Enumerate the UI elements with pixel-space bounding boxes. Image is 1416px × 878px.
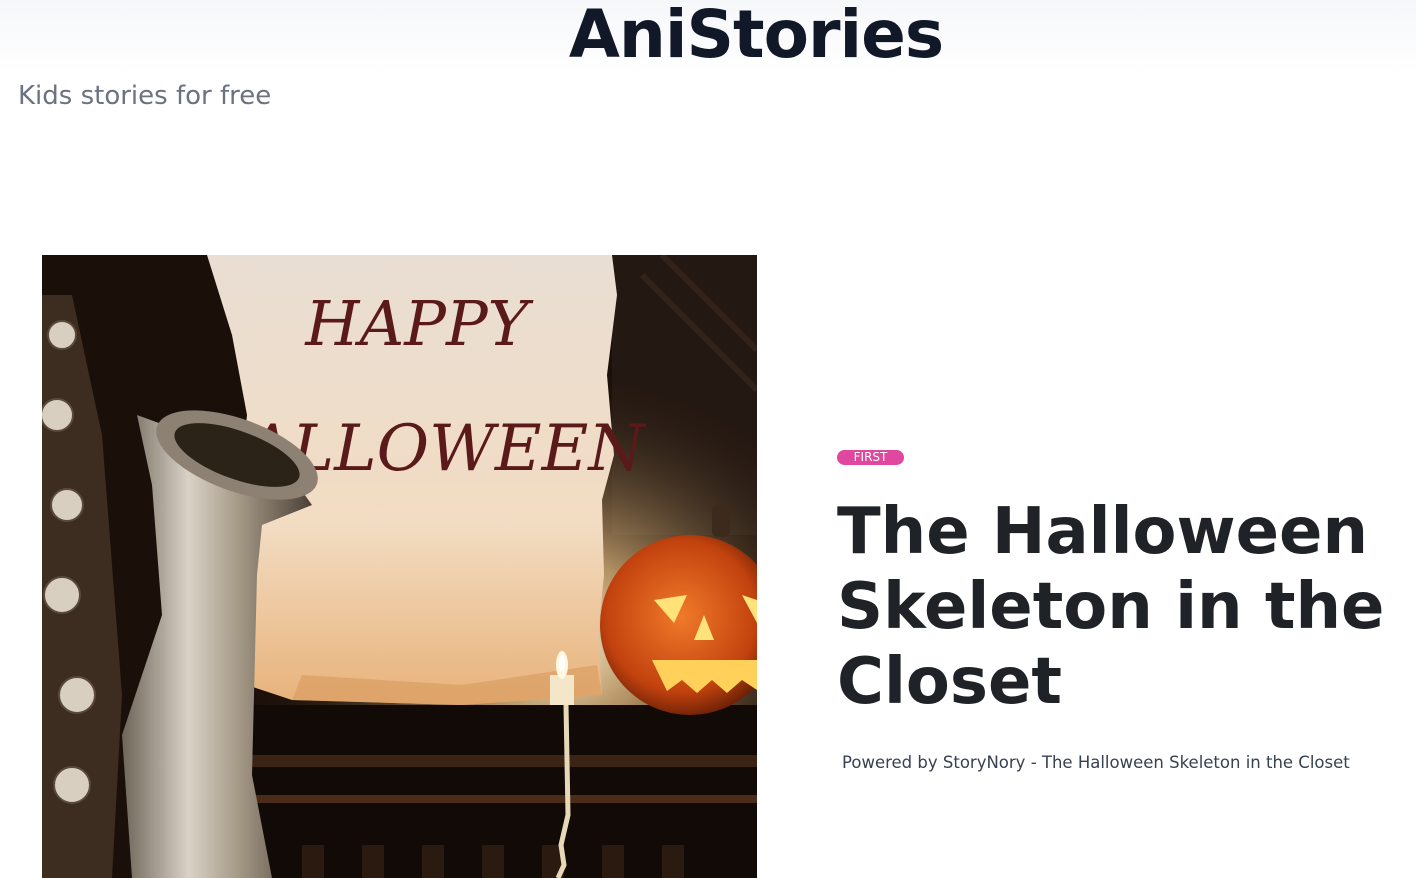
image-caption-line1: HAPPY: [304, 287, 533, 360]
site-title[interactable]: AniStories: [0, 0, 1416, 76]
story-title[interactable]: The Halloween Skeleton in the Closet: [837, 495, 1397, 720]
story-credit: Powered by StoryNory - The Halloween Ske…: [842, 753, 1350, 772]
category-badge[interactable]: FIRST: [837, 450, 904, 465]
site-tagline: Kids stories for free: [18, 81, 272, 111]
featured-story-image[interactable]: HAPPY HALLOWEEN: [42, 255, 757, 878]
